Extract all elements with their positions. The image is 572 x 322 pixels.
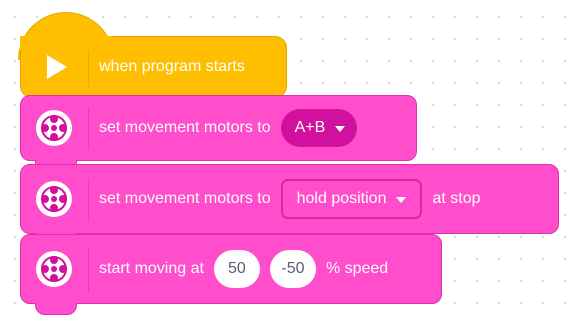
dropdown-value: hold position xyxy=(296,190,387,207)
speed-unit-label: % speed xyxy=(325,260,389,277)
block-text: set movement motors to xyxy=(99,190,271,207)
motor-icon-area xyxy=(21,165,87,233)
play-icon xyxy=(47,55,67,79)
block-divider xyxy=(88,47,89,87)
chevron-down-icon xyxy=(335,126,346,132)
block-content: start moving at 50 -50 % speed xyxy=(99,235,388,303)
motor-icon-area xyxy=(21,96,87,160)
motor-icon xyxy=(36,251,72,287)
block-text: set movement motors to xyxy=(99,119,271,136)
dropdown-value: A+B xyxy=(294,119,326,136)
set-movement-motors-block[interactable]: set movement motors to A+B xyxy=(20,95,417,172)
block-divider xyxy=(88,108,89,150)
hat-block-label: when program starts xyxy=(99,58,245,75)
block-content: set movement motors to A+B xyxy=(99,96,358,160)
motor-icon xyxy=(36,181,72,217)
motor-icon xyxy=(36,110,72,146)
motor-icon-area xyxy=(21,235,87,303)
hat-cap-fill xyxy=(20,36,112,50)
block-content: set movement motors to hold position at … xyxy=(99,165,481,233)
chevron-down-icon xyxy=(396,197,407,203)
block-text-after: at stop xyxy=(432,190,481,207)
block-connector-notch xyxy=(35,303,77,315)
block-divider xyxy=(88,248,89,292)
set-stop-action-block[interactable]: set movement motors to hold position at … xyxy=(20,164,559,245)
block-divider xyxy=(88,178,89,222)
left-speed-input[interactable]: 50 xyxy=(213,250,260,288)
code-canvas[interactable]: when program starts set movement motors … xyxy=(0,0,572,322)
start-moving-block[interactable]: start moving at 50 -50 % speed xyxy=(20,234,442,315)
stop-action-dropdown[interactable]: hold position xyxy=(280,179,423,219)
motor-ports-dropdown[interactable]: A+B xyxy=(280,109,358,147)
right-speed-input[interactable]: -50 xyxy=(269,250,316,288)
block-text: start moving at xyxy=(99,260,204,277)
